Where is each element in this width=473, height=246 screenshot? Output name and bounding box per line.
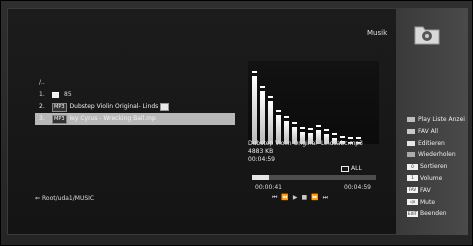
legend-label: FAV xyxy=(420,186,431,194)
legend-exit[interactable]: EXIT Beenden xyxy=(407,208,469,220)
yellow-key-icon xyxy=(407,140,415,146)
mp3-icon: MP3 xyxy=(52,115,67,124)
stop-icon[interactable]: ■ xyxy=(302,194,312,201)
legend-fav-all[interactable]: FAV All xyxy=(407,126,469,138)
legend-label: Mute xyxy=(420,198,436,206)
legend-label: Sortieren xyxy=(420,163,448,171)
legend-sort[interactable]: 0 Sortieren xyxy=(407,161,469,173)
spectrum-bar xyxy=(268,101,273,144)
legend-fav[interactable]: FAV FAV xyxy=(407,185,469,197)
favorite-icon xyxy=(160,102,170,111)
item-number: 3. xyxy=(39,115,45,122)
legend-mute[interactable]: ◁x Mute xyxy=(407,197,469,209)
path-label: Root/uda1/MUSIC xyxy=(42,195,95,202)
item-label: ley Cyrus - Wrecking Ball.mp xyxy=(69,115,156,122)
spectrum-peak xyxy=(356,137,361,139)
progress-fill xyxy=(252,175,270,180)
list-item[interactable]: 1. 85 xyxy=(39,89,239,101)
folder-icon xyxy=(52,91,59,98)
legend-label: Beenden xyxy=(420,210,447,218)
legend-label: Volume xyxy=(420,174,443,182)
spectrum-peak xyxy=(252,71,257,73)
fast-forward-icon[interactable]: ⏩ xyxy=(311,194,322,201)
spectrum-peak xyxy=(260,86,265,88)
play-icon[interactable]: ▶ xyxy=(293,194,302,201)
legend-repeat[interactable]: Wiederholen xyxy=(407,149,469,161)
path-arrow-icon: ⇐ xyxy=(35,195,41,202)
legend-label: Wiederholen xyxy=(418,151,456,159)
spectrum-peak xyxy=(292,122,297,124)
file-list: /.. 1. 85 2. MP3 Dubstep Violin Original- L… xyxy=(35,77,239,125)
skip-forward-icon[interactable]: ⏭ xyxy=(323,194,332,201)
repeat-mode-label: ALL xyxy=(351,165,362,172)
page-title: Musik xyxy=(367,29,388,37)
spectrum-peak xyxy=(340,136,345,138)
track-duration: 00:04:59 xyxy=(248,156,275,163)
blue-key-icon xyxy=(407,152,415,158)
total-time: 00:04:59 xyxy=(344,184,371,191)
spectrum-peak xyxy=(324,129,329,131)
spectrum-peak xyxy=(300,127,305,129)
repeat-mode[interactable]: ALL xyxy=(341,165,362,172)
parent-dir-label: /.. xyxy=(39,79,45,86)
exit-key-icon: EXIT xyxy=(407,210,418,217)
parent-dir-item[interactable]: /.. xyxy=(39,77,239,89)
legend-label: Play Liste Anzei xyxy=(418,116,465,123)
spectrum-bar xyxy=(260,91,265,144)
key-0-icon: 0 xyxy=(407,163,418,170)
spectrum-peak xyxy=(348,137,353,139)
legend-label: Editieren xyxy=(418,139,445,147)
spectrum-peak xyxy=(316,125,321,127)
progress-bar[interactable] xyxy=(252,175,376,180)
music-folder-icon xyxy=(414,26,440,45)
spectrum-peak xyxy=(308,128,313,130)
playback-controls: ⏮⏪▶■⏩⏭ xyxy=(272,194,332,202)
repeat-icon xyxy=(341,165,349,172)
legend-volume[interactable]: 1 Volume xyxy=(407,173,469,185)
track-info: Dubstep Violin Original- Lindsabc.mp3 48… xyxy=(248,140,363,164)
list-item-selected[interactable]: 3. MP3 ley Cyrus - Wrecking Ball.mp xyxy=(35,113,235,125)
list-item-playing[interactable]: 2. MP3 Dubstep Violin Original- Linds xyxy=(39,101,239,113)
track-size: 4883 KB xyxy=(248,148,274,155)
spectrum-visualizer xyxy=(248,61,379,144)
item-label: Dubstep Violin Original- Linds xyxy=(69,103,159,110)
item-number: 2. xyxy=(39,103,45,110)
spectrum-peak xyxy=(332,133,337,135)
green-key-icon xyxy=(407,128,415,134)
item-label: 85 xyxy=(64,91,72,98)
key-1-icon: 1 xyxy=(407,175,418,182)
screen-frame: Musik /.. 1. 85 2. MP3 Dubstep Violin Origi… xyxy=(0,0,473,246)
spectrum-peak xyxy=(276,110,281,112)
mute-key-icon: ◁x xyxy=(407,199,418,206)
item-number: 1. xyxy=(39,91,45,98)
skip-back-icon[interactable]: ⏮ xyxy=(272,194,281,201)
legend-edit[interactable]: Editieren xyxy=(407,138,469,150)
mp3-icon: MP3 xyxy=(52,103,67,112)
fav-key-icon: FAV xyxy=(407,187,418,194)
button-legend: Play Liste Anzei FAV All Editieren Wiede… xyxy=(407,114,469,220)
track-filename: Dubstep Violin Original- Lindsabc.mp3 xyxy=(248,140,363,147)
legend-label: FAV All xyxy=(418,127,439,135)
elapsed-time: 00:00:41 xyxy=(255,184,282,191)
legend-playlist[interactable]: Play Liste Anzei xyxy=(407,114,469,126)
red-key-icon xyxy=(407,117,415,122)
breadcrumb: ⇐ Root/uda1/MUSIC xyxy=(35,195,94,202)
rewind-icon[interactable]: ⏪ xyxy=(281,194,292,201)
spectrum-peak xyxy=(268,96,273,98)
spectrum-peak xyxy=(284,116,289,118)
spectrum-bar xyxy=(252,76,257,144)
